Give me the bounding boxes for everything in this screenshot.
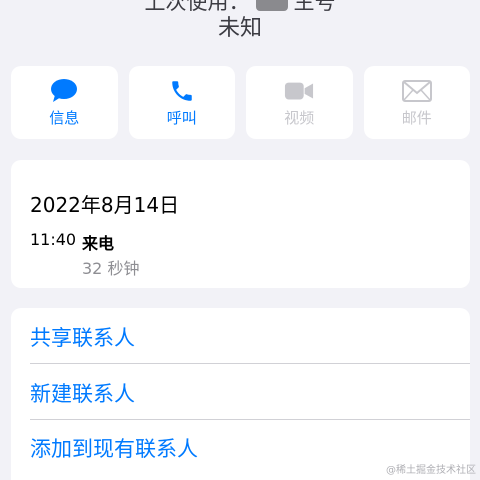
- share-contact-button[interactable]: 共享联系人: [11, 309, 470, 364]
- quick-actions: 信息 呼叫 视频 邮件: [11, 66, 470, 139]
- message-button[interactable]: 信息: [11, 66, 118, 139]
- mail-icon: [401, 78, 432, 104]
- mail-button[interactable]: 邮件: [363, 66, 470, 139]
- message-icon: [49, 78, 79, 104]
- contact-header: 上次使用： 主号 未知: [0, 0, 480, 44]
- call-label: 呼叫: [166, 109, 197, 127]
- message-label: 信息: [49, 109, 80, 127]
- phone-icon: [167, 78, 197, 104]
- create-contact-button[interactable]: 新建联系人: [11, 365, 470, 420]
- call-button[interactable]: 呼叫: [128, 66, 235, 139]
- watermark: @稀土掘金技术社区: [386, 465, 476, 476]
- divider: [30, 363, 470, 364]
- contact-name: 未知: [217, 16, 262, 41]
- contact-actions-list: 共享联系人 新建联系人 添加到现有联系人: [11, 308, 470, 480]
- video-label: 视频: [284, 109, 315, 127]
- video-icon: [284, 78, 314, 104]
- mail-label: 邮件: [401, 109, 432, 127]
- call-type: 来电: [82, 234, 115, 253]
- video-button[interactable]: 视频: [246, 66, 353, 139]
- call-duration: 32 秒钟: [82, 259, 140, 278]
- call-history-card: 2022年8月14日 11:40 来电 32 秒钟: [11, 160, 470, 288]
- call-time: 11:40: [30, 230, 77, 249]
- call-date: 2022年8月14日: [30, 193, 180, 217]
